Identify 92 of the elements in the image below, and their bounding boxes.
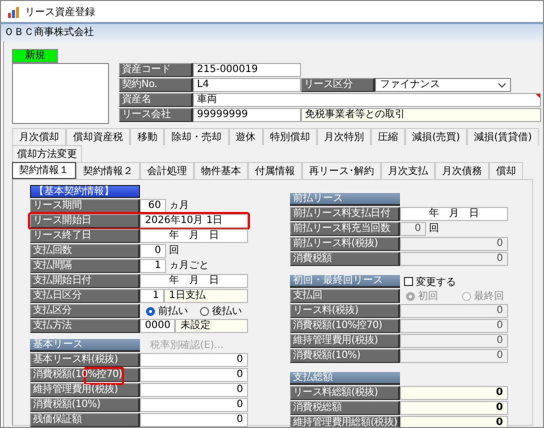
field-label: 支払開始日付 [30, 274, 140, 288]
field-value[interactable]: 0000 [140, 319, 176, 333]
field-value[interactable]: 1 [140, 259, 166, 273]
field-label: 支払回 [290, 289, 400, 303]
field-value[interactable]: 車両 [193, 93, 541, 107]
field-value[interactable]: L4 [193, 78, 301, 92]
field-value[interactable]: 0 [140, 383, 248, 397]
field-value[interactable]: 0 [400, 386, 508, 400]
unit-label: ヵ月ごと [168, 259, 209, 273]
field-value[interactable]: 年 月 日 [140, 274, 248, 288]
radio-button[interactable]: 前払い [146, 304, 188, 318]
field-value[interactable]: 年 月 日 [140, 229, 248, 243]
section-header: 前払リース [290, 193, 400, 206]
field-label: 前払リース料(税抜) [290, 237, 400, 251]
tab[interactable]: 再リース･解約 [302, 162, 381, 179]
tab[interactable]: 減損(賃貸借) [467, 128, 540, 145]
tab[interactable]: 遊休 [228, 128, 263, 145]
note-field: 1日支払 [164, 289, 248, 303]
field-label: リース終了日 [30, 229, 140, 243]
type-dropdown[interactable]: ファイナンス [375, 78, 511, 92]
chevron-icon [498, 82, 506, 88]
field-label: リース区分 [301, 78, 375, 92]
tab[interactable]: 物件基本 [194, 162, 248, 179]
section-header: 基本リース [30, 339, 140, 352]
field-value[interactable]: 1 [140, 289, 164, 303]
field-value[interactable]: 0 [140, 413, 248, 427]
field-label: 支払日区分 [30, 289, 140, 303]
field-value[interactable]: 0 [140, 244, 166, 258]
field-label: 前払リース料充当回数 [290, 222, 400, 236]
field-value[interactable]: 0 [140, 353, 248, 367]
tab[interactable]: 償却方法変更 [12, 145, 82, 162]
tab[interactable]: 償却資産税 [66, 128, 130, 145]
field-label: 消費税総額 [290, 401, 400, 415]
field-label: リース会社 [119, 108, 193, 122]
field-label: 基本リース料(税抜) [30, 353, 140, 367]
field-label: リース開始日 [30, 214, 140, 228]
field-value[interactable]: 0 [140, 398, 248, 412]
unit-label: 回 [168, 244, 179, 258]
field-label: 維持管理費用総額(税抜) [290, 416, 400, 427]
tab[interactable]: 移動 [130, 128, 164, 145]
tab[interactable]: 月次債務 [435, 162, 489, 179]
field-label: 残価保証額 [30, 413, 140, 427]
field-label: 消費税額 [290, 252, 400, 266]
section-header: 【基本契約情報】 [30, 185, 140, 198]
tab[interactable]: 契約情報２ [76, 162, 140, 179]
tab[interactable]: 償却 [489, 162, 523, 179]
radio-button[interactable]: 後払い [200, 304, 242, 318]
tab[interactable]: 特別償却 [262, 128, 317, 145]
field-label: 消費税額(10%) [290, 349, 400, 363]
field-label: 契約No. [119, 78, 193, 92]
field-value[interactable]: 99999999 [193, 108, 301, 122]
tab[interactable]: 減損(売買) [405, 128, 468, 145]
field-value[interactable]: 0 [400, 401, 508, 415]
unit-label: 回 [428, 222, 439, 236]
field-label: 消費税額(10%控70) [290, 319, 400, 333]
tab[interactable]: 圧縮 [370, 128, 406, 145]
status-badge: 新規 [12, 49, 58, 63]
field-label: 支払間隔 [30, 259, 140, 273]
field-label: 支払方法 [30, 319, 140, 333]
field-label: リース期間 [30, 199, 140, 213]
field-value[interactable]: 60 [140, 199, 166, 213]
company-bar: ＯＢＣ商事株式会社 [1, 22, 543, 41]
tab[interactable]: 契約情報１ [12, 162, 76, 179]
field-label: リース料総額(税抜) [290, 386, 400, 400]
tab[interactable]: 除却・売却 [164, 128, 229, 145]
change-checkbox[interactable]: 変更する [404, 274, 456, 288]
tab[interactable]: 会計処理 [140, 162, 194, 179]
field-value[interactable]: 0 [140, 368, 248, 382]
tab[interactable]: 月次特別 [316, 128, 371, 145]
field-value[interactable]: 年 月 日 [400, 207, 508, 221]
field-label: 支払区分 [30, 304, 140, 318]
field-value[interactable]: 215-000019 [193, 63, 301, 77]
field-value[interactable]: 0 [400, 416, 508, 427]
note-field: 未設定 [175, 319, 248, 333]
field-label: 前払リース料支払日付 [290, 207, 400, 221]
field-label: リース料(税抜) [290, 304, 400, 318]
field-label: 維持管理費用(税抜) [290, 334, 400, 348]
field-label: 資産コード [119, 63, 193, 77]
field-label: 支払回数 [30, 244, 140, 258]
tab[interactable]: 月次償却 [12, 128, 66, 145]
field-label: 消費税額(10%) [30, 398, 140, 412]
window-title: リース資産登録 [25, 6, 95, 18]
section-header: 初回・最終回リース [290, 275, 400, 288]
tab[interactable]: 付属情報 [248, 162, 302, 179]
field-label: 維持管理費用(税抜) [30, 383, 140, 397]
tab[interactable]: 月次支払 [381, 162, 435, 179]
section-header: 支払総額 [290, 372, 400, 385]
field-label: 資産名 [119, 93, 193, 107]
note-field: 免税事業者等との取引 [301, 108, 541, 122]
field-value[interactable]: 2026年10月 1日 [140, 214, 248, 228]
app-icon [7, 4, 21, 18]
unit-label: ヵ月 [168, 199, 189, 213]
